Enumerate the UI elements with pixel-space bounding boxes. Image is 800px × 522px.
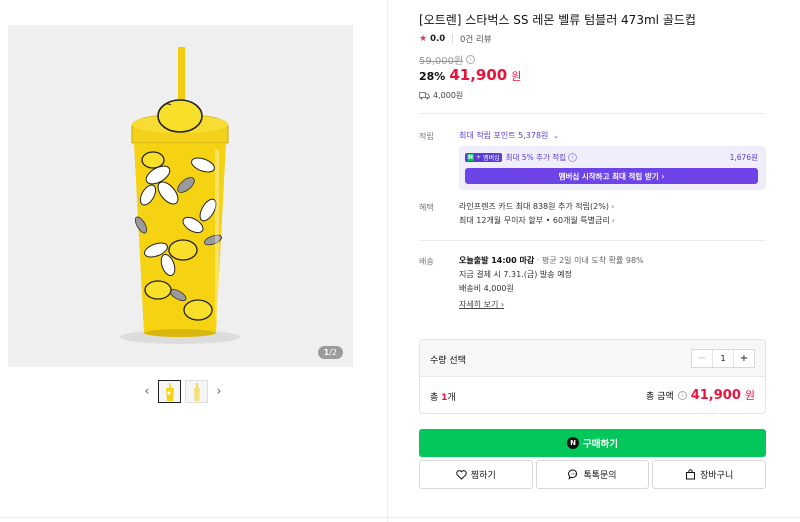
benefits-label: 혜택 xyxy=(419,203,434,212)
rating-separator: | xyxy=(451,34,455,44)
tumbler-illustration xyxy=(120,47,240,344)
section-divider xyxy=(419,113,766,114)
shipping-fee: 4,000원 xyxy=(433,91,464,100)
original-price: 59,000원 xyxy=(419,56,464,67)
total-price-row: 총 금액 i 41,900 원 xyxy=(646,387,755,403)
thumbnail-2[interactable] xyxy=(185,380,208,403)
info-icon[interactable]: i xyxy=(466,55,476,64)
quantity-box: 수량 선택 − 1 + 총 1개 총 금액 i 41,900 원 xyxy=(419,339,766,414)
info-icon[interactable]: i xyxy=(568,153,578,162)
next-image-button[interactable]: › xyxy=(212,381,226,403)
wishlist-button[interactable]: 찜하기 xyxy=(419,460,533,489)
shipping-fee-row: 4,000원 xyxy=(419,90,463,101)
plus-icon: + xyxy=(476,154,482,161)
thumbnail-tumbler-icon xyxy=(193,383,200,401)
chevron-down-icon: ⌄ xyxy=(552,131,559,140)
product-title: [오트렌] 스타벅스 SS 레몬 벨류 텀블러 473ml 골드컵 xyxy=(419,13,696,27)
section-divider xyxy=(419,240,766,241)
max-points-text: 최대 적립 포인트 5,378원 xyxy=(459,131,549,140)
chevron-right-icon: › xyxy=(610,202,615,211)
membership-box: N + 멤버십 최대 5% 추가 적립 i 1,676원 멤버십 시작하고 최대… xyxy=(459,146,766,190)
installment-benefit-text: 최대 12개월 무이자 할부 • 60개월 특별금리 xyxy=(459,216,610,225)
review-count-link[interactable]: 0건 리뷰 xyxy=(460,33,492,45)
cart-button[interactable]: 장바구니 xyxy=(652,460,767,489)
talk-inquiry-button[interactable]: 톡톡문의 xyxy=(535,460,650,489)
product-main-image[interactable]: 1/2 xyxy=(8,25,353,367)
image-counter: 1/2 xyxy=(317,346,343,359)
rating-score: 0.0 xyxy=(430,34,446,44)
naver-pay-icon: N xyxy=(567,437,580,449)
prev-image-button[interactable]: ‹ xyxy=(140,381,154,403)
buy-button[interactable]: N 구매하기 xyxy=(419,429,766,457)
total-count-prefix: 총 xyxy=(430,393,442,403)
cart-label: 장바구니 xyxy=(700,471,734,481)
membership-badge: N + 멤버십 xyxy=(465,153,502,162)
installment-benefit-link[interactable]: 최대 12개월 무이자 할부 • 60개월 특별금리 › xyxy=(459,215,615,226)
total-price-unit: 원 xyxy=(744,389,755,402)
total-price-label: 총 금액 xyxy=(646,391,674,402)
membership-amount: 1,676원 xyxy=(729,153,758,162)
shopping-bag-icon xyxy=(686,469,696,480)
delivery-label: 배송 xyxy=(419,257,434,266)
quantity-value[interactable]: 1 xyxy=(713,350,733,367)
vertical-divider xyxy=(387,0,388,522)
heart-icon xyxy=(456,469,467,480)
card-benefit-text: 라인프렌즈 카드 최대 838원 추가 적립(2%) xyxy=(459,202,609,211)
max-points-link[interactable]: 최대 적립 포인트 5,378원 ⌄ xyxy=(459,130,560,141)
secondary-actions: 찜하기 톡톡문의 장바구니 xyxy=(419,460,767,489)
star-icon: ★ xyxy=(419,34,428,44)
info-icon[interactable]: i xyxy=(677,390,687,400)
delivery-detail-link[interactable]: 자세히 보기 › xyxy=(459,299,504,310)
page-bottom-divider xyxy=(0,517,800,518)
rating-row: ★ 0.0 | 0건 리뷰 xyxy=(419,33,492,45)
delivery-probability: · 평균 2일 이내 도착 확률 98% xyxy=(534,256,644,265)
quantity-label: 수량 선택 xyxy=(430,356,466,366)
price-unit: 원 xyxy=(511,70,522,83)
quantity-stepper: − 1 + xyxy=(691,349,755,368)
talk-inquiry-label: 톡톡문의 xyxy=(583,471,617,481)
delivery-today: 오늘출발 14:00 마감 · 평균 2일 이내 도착 확률 98% xyxy=(459,255,644,266)
membership-row: N + 멤버십 최대 5% 추가 적립 i 1,676원 xyxy=(465,152,758,163)
thumbnail-tumbler-icon xyxy=(165,383,174,401)
delivery-ship-date: 지금 결제 시 7.31.(금) 발송 예정 xyxy=(459,270,572,279)
quantity-minus-button[interactable]: − xyxy=(692,350,713,367)
wishlist-label: 찜하기 xyxy=(470,471,496,481)
card-benefit-link[interactable]: 라인프렌즈 카드 최대 838원 추가 적립(2%) › xyxy=(459,201,614,212)
total-count-suffix: 개 xyxy=(447,393,456,403)
delivery-fee: 배송비 4,000원 xyxy=(459,284,514,293)
thumbnail-1[interactable] xyxy=(158,380,181,403)
membership-text: 최대 5% 추가 적립 xyxy=(505,153,567,162)
membership-badge-label: 멤버십 xyxy=(483,155,500,162)
total-count: 총 1개 xyxy=(430,390,456,403)
discount-rate: 28% xyxy=(419,70,446,83)
delivery-cutoff: 오늘출발 14:00 마감 xyxy=(459,256,535,265)
chat-bubble-icon xyxy=(568,469,578,480)
chevron-right-icon: › xyxy=(611,216,615,225)
naver-n-icon: N xyxy=(467,154,475,161)
points-label: 적립 xyxy=(419,132,434,141)
price-row: 28% 41,900 원 xyxy=(419,66,521,84)
total-price: 41,900 xyxy=(690,387,741,403)
truck-icon xyxy=(419,91,430,99)
quantity-header: 수량 선택 − 1 + xyxy=(420,340,765,377)
thumbnail-strip: ‹ › xyxy=(140,380,226,403)
buy-button-label: 구매하기 xyxy=(583,439,618,450)
original-price-row: 59,000원 i xyxy=(419,52,476,67)
sale-price: 41,900 xyxy=(449,66,508,84)
membership-start-button[interactable]: 멤버십 시작하고 최대 적립 받기 › xyxy=(465,168,758,184)
quantity-plus-button[interactable]: + xyxy=(733,350,754,367)
